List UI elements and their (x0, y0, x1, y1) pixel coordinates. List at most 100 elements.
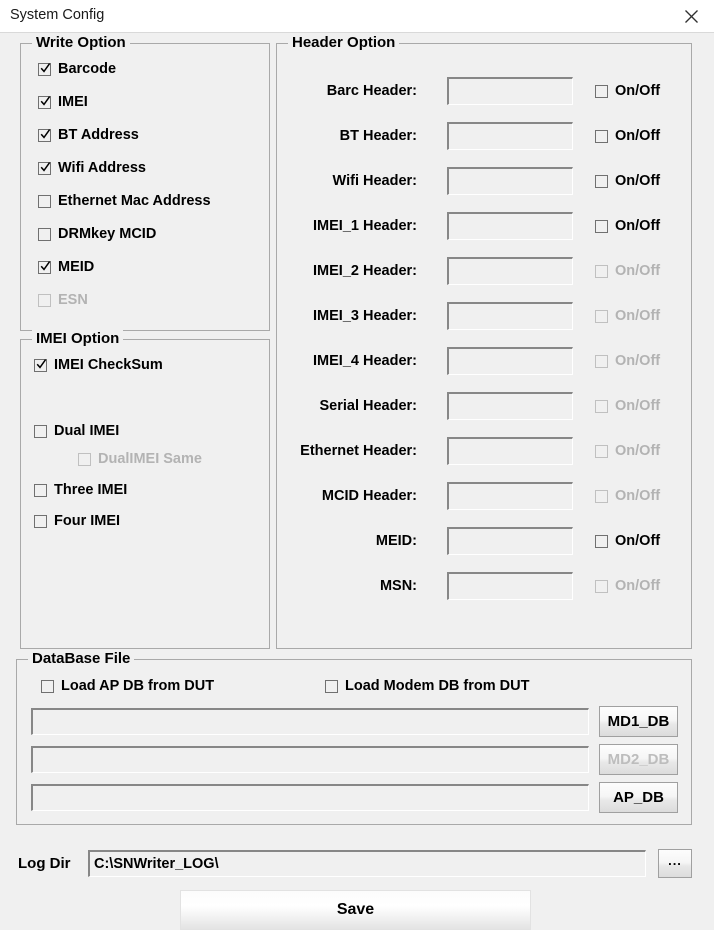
imei-option-checkbox-0[interactable]: IMEI CheckSum (34, 358, 163, 372)
ellipsis-icon: ... (668, 853, 682, 868)
imei-option-checkbox-4[interactable]: Four IMEI (34, 514, 120, 528)
database-file-checkbox-1[interactable]: Load Modem DB from DUT (325, 679, 529, 693)
checkbox-box[interactable] (38, 260, 51, 274)
header-option-input (447, 572, 573, 600)
database-file-path-input-2[interactable] (31, 784, 589, 811)
checkbox-box[interactable] (34, 514, 47, 528)
check-icon (40, 260, 51, 271)
log-dir-browse-button[interactable]: ... (658, 849, 692, 878)
checkbox-box[interactable] (325, 679, 338, 693)
checkbox-box[interactable] (38, 227, 51, 241)
database-file-button-label: MD2_DB (607, 751, 670, 768)
header-option-toggle-3[interactable]: On/Off (595, 219, 660, 233)
checkbox-box[interactable] (38, 128, 51, 142)
header-option-input (447, 392, 573, 420)
header-option-toggle-7: On/Off (595, 399, 660, 413)
database-file-checkbox-0[interactable]: Load AP DB from DUT (41, 679, 214, 693)
header-option-row-11: MSN: On/Off (277, 571, 691, 601)
header-option-input (447, 437, 573, 465)
header-option-toggle-0[interactable]: On/Off (595, 84, 660, 98)
header-option-input[interactable] (447, 167, 573, 195)
header-option-toggle-4: On/Off (595, 264, 660, 278)
header-option-input[interactable] (447, 77, 573, 105)
imei-option-group: IMEI Option IMEI CheckSum Dual IMEI DualIM… (20, 330, 270, 649)
checkbox-label: MEID (58, 259, 95, 275)
close-icon (684, 9, 699, 24)
checkbox-box (38, 293, 51, 307)
database-file-button-0[interactable]: MD1_DB (599, 706, 678, 737)
checkbox-label: Wifi Address (58, 160, 146, 176)
header-option-input[interactable] (447, 212, 573, 240)
checkbox-box (595, 489, 608, 503)
header-option-toggle-2[interactable]: On/Off (595, 174, 660, 188)
checkbox-box (595, 444, 608, 458)
database-file-path-input-1[interactable] (31, 746, 589, 773)
write-option-checkbox-6[interactable]: MEID (38, 260, 94, 274)
write-option-checkbox-0[interactable]: Barcode (38, 62, 116, 76)
header-option-label: MSN: (379, 578, 417, 594)
checkbox-label: Three IMEI (54, 482, 128, 498)
database-file-button-2[interactable]: AP_DB (599, 782, 678, 813)
write-option-checkbox-3[interactable]: Wifi Address (38, 161, 146, 175)
checkbox-box[interactable] (595, 84, 608, 98)
checkbox-box[interactable] (38, 62, 51, 76)
checkbox-label: Load AP DB from DUT (61, 678, 215, 694)
header-option-label: Serial Header: (319, 398, 417, 414)
checkbox-box[interactable] (595, 219, 608, 233)
header-option-row-10: MEID: On/Off (277, 526, 691, 556)
write-option-checkbox-2[interactable]: BT Address (38, 128, 139, 142)
checkbox-label: On/Off (615, 578, 661, 594)
checkbox-box (595, 579, 608, 593)
imei-option-checkbox-3[interactable]: Three IMEI (34, 483, 127, 497)
checkbox-box[interactable] (595, 174, 608, 188)
header-option-toggle-10[interactable]: On/Off (595, 534, 660, 548)
checkbox-label: DualIMEI Same (98, 451, 202, 467)
header-option-toggle-11: On/Off (595, 579, 660, 593)
database-file-path-input-0[interactable] (31, 708, 589, 735)
save-button[interactable]: Save (180, 890, 531, 930)
check-icon (40, 95, 51, 106)
write-option-checkbox-1[interactable]: IMEI (38, 95, 88, 109)
checkbox-box[interactable] (34, 424, 47, 438)
checkbox-box[interactable] (38, 161, 51, 175)
checkbox-box (595, 264, 608, 278)
log-dir-input[interactable] (88, 850, 646, 877)
checkbox-label: On/Off (615, 353, 661, 369)
imei-option-checkbox-1[interactable]: Dual IMEI (34, 424, 119, 438)
header-option-row-5: IMEI_3 Header: On/Off (277, 301, 691, 331)
checkbox-label: Barcode (58, 61, 117, 77)
write-option-checkbox-5[interactable]: DRMkey MCID (38, 227, 156, 241)
header-option-row-4: IMEI_2 Header: On/Off (277, 256, 691, 286)
header-option-row-0: Barc Header: On/Off (277, 76, 691, 106)
header-option-row-2: Wifi Header: On/Off (277, 166, 691, 196)
database-file-button-label: MD1_DB (607, 713, 670, 730)
header-option-row-3: IMEI_1 Header: On/Off (277, 211, 691, 241)
checkbox-box (78, 452, 91, 466)
checkbox-label: On/Off (615, 128, 661, 144)
checkbox-box[interactable] (38, 95, 51, 109)
checkbox-box[interactable] (38, 194, 51, 208)
close-button[interactable] (668, 0, 714, 32)
checkbox-label: Four IMEI (54, 513, 121, 529)
write-option-title: Write Option (32, 34, 130, 52)
checkbox-box[interactable] (34, 358, 47, 372)
header-option-group: Header Option Barc Header: On/Off BT Heade… (276, 34, 692, 649)
checkbox-label: BT Address (58, 127, 139, 143)
checkbox-box[interactable] (34, 483, 47, 497)
header-option-label: MEID: (375, 533, 417, 549)
checkbox-box (595, 399, 608, 413)
header-option-input[interactable] (447, 122, 573, 150)
checkbox-box[interactable] (41, 679, 54, 693)
write-option-checkbox-4[interactable]: Ethernet Mac Address (38, 194, 211, 208)
header-option-input[interactable] (447, 527, 573, 555)
checkbox-label: On/Off (615, 398, 661, 414)
checkbox-box[interactable] (595, 534, 608, 548)
header-option-row-1: BT Header: On/Off (277, 121, 691, 151)
write-option-group: Write Option Barcode IMEI BT Address Wifi A… (20, 34, 270, 331)
checkbox-label: On/Off (615, 488, 661, 504)
log-dir-label: Log Dir (18, 855, 71, 872)
header-option-toggle-1[interactable]: On/Off (595, 129, 660, 143)
checkbox-label: On/Off (615, 173, 661, 189)
imei-option-checkbox-2: DualIMEI Same (78, 452, 202, 466)
checkbox-box[interactable] (595, 129, 608, 143)
